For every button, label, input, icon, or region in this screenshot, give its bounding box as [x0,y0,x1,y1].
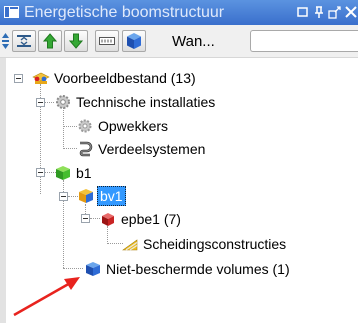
arrow-down-icon [68,33,84,49]
collapse-expand-icon[interactable] [1,32,10,50]
tree-label: Niet-beschermde volumes (1) [106,261,290,277]
expander-epbe1[interactable] [81,214,90,223]
volume-button[interactable] [122,30,146,52]
expander-tech[interactable] [36,98,45,107]
float-icon[interactable] [328,5,342,19]
blue-cube-icon [127,33,141,49]
tree-label: b1 [76,165,92,181]
move-up-button[interactable] [38,30,62,52]
move-down-button[interactable] [64,30,88,52]
tree-label: Scheidingsconstructies [143,236,287,252]
toolbar: Wan... [0,25,358,58]
annotation-arrow-icon [13,277,80,317]
tree-line [63,148,77,149]
pipe-icon [79,141,93,157]
expander-bv1[interactable] [59,192,68,201]
red-cube-icon [102,213,114,226]
tree-line [107,226,108,244]
restore-icon[interactable] [296,5,310,19]
close-icon[interactable] [344,5,358,19]
tree-label: Technische installaties [76,94,216,110]
tree-line [44,102,54,103]
wall-layers-icon [122,239,138,251]
window-titlebar: Energetische boomstructuur [0,0,358,25]
collapse-all-button[interactable] [12,30,36,52]
wan-label[interactable]: Wan... [172,33,215,50]
pin-icon[interactable] [312,5,326,19]
expander-root[interactable] [14,74,23,83]
tree-label: bv1 [97,186,126,206]
gear-icon [56,95,70,109]
tree-line [63,268,83,269]
blue-yellow-cube-icon [79,189,93,203]
green-cube-icon [56,166,70,180]
gear-icon [78,119,92,133]
window-title: Energetische boomstructuur [24,4,225,21]
tree-label: Voorbeeldbestand (13) [54,70,196,86]
tree-label: Verdeelsystemen [98,141,206,157]
filter-input[interactable] [250,30,358,52]
tree-label: Opwekkers [98,118,169,134]
field-button[interactable] [95,30,119,52]
window-icon [4,6,19,18]
tree-label: epbe1 (7) [121,211,181,227]
arrow-up-icon [42,33,58,49]
textfield-icon [99,37,115,45]
tree-line [63,107,64,149]
expander-b1[interactable] [36,168,45,177]
tree-line [63,126,77,127]
folder-dataset-icon [32,72,50,84]
collapse-all-icon [17,35,31,47]
